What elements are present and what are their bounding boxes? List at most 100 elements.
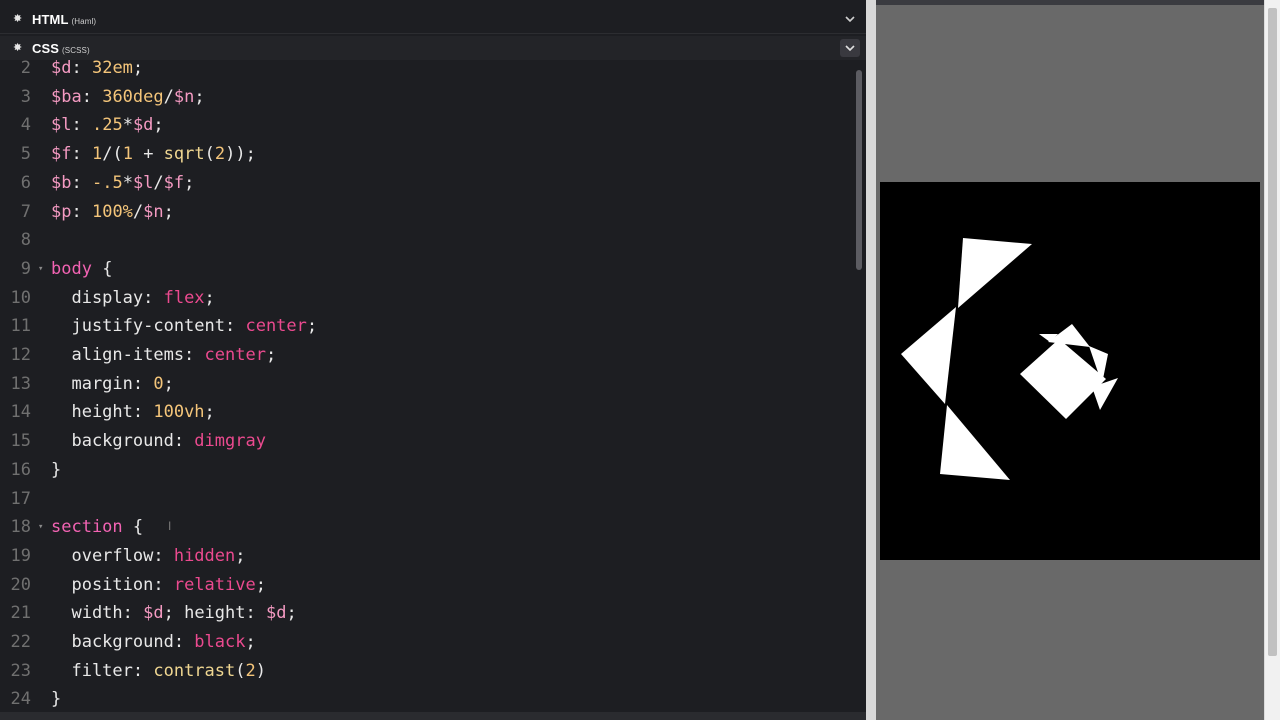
code-text: background: dimgray (51, 427, 265, 455)
fold-toggle-icon[interactable]: ▾ (38, 513, 43, 541)
code-token: + (132, 144, 164, 165)
code-token: body (51, 258, 92, 279)
css-code-area[interactable]: 2 $d: 32em; 3 $ba: 360deg/$n; 4 $l: .25*$d; 5 $… (0, 54, 856, 714)
code-line[interactable]: 2 $d: 32em; (0, 54, 856, 82)
line-number: 21 (10, 603, 31, 624)
code-line[interactable]: 10 display: flex; (0, 284, 856, 312)
code-line[interactable]: 23 filter: contrast(2) (0, 657, 856, 685)
code-token: } (51, 459, 62, 480)
line-number: 23 (10, 660, 31, 681)
code-token: center (245, 316, 307, 337)
line-number: 19 (10, 545, 31, 566)
code-line[interactable]: 12 align-items: center; (0, 341, 856, 369)
code-token: align-items: (51, 345, 205, 365)
code-token: 360deg (102, 86, 164, 107)
code-line[interactable]: 5 $f: 1/(1 + sqrt(2)); (0, 140, 856, 168)
code-token: justify-content: (51, 316, 246, 337)
line-number: 14 (10, 402, 31, 423)
code-text: align-items: center; (51, 341, 276, 369)
code-token: center (204, 345, 266, 365)
code-token: relative (173, 574, 256, 595)
code-token: ( (235, 660, 246, 681)
code-text: $l: .25*$d; (51, 111, 164, 139)
code-line[interactable]: 3 $ba: 360deg/$n; (0, 83, 856, 111)
code-token: } (51, 689, 62, 710)
code-text: margin: 0; (51, 370, 174, 398)
line-number: 4 (20, 115, 31, 136)
code-line[interactable]: 20 position: relative; (0, 571, 856, 599)
text-cursor: I (168, 519, 172, 533)
code-token: : (71, 58, 92, 78)
code-token: ; (163, 201, 174, 222)
line-number: 3 (20, 86, 31, 107)
line-number: 12 (10, 345, 31, 365)
fold-toggle-icon[interactable]: ▾ (38, 255, 43, 283)
code-line[interactable]: 16} (0, 456, 856, 484)
code-token: 2 (214, 144, 226, 165)
code-token: 32em (91, 58, 133, 78)
code-token: -.5 (91, 172, 123, 193)
gear-icon[interactable]: ✸ (13, 14, 22, 25)
page-scrollbar[interactable] (1264, 0, 1280, 720)
code-token: ; (245, 632, 256, 652)
code-line[interactable]: 17 (0, 485, 856, 513)
code-token: : (71, 172, 92, 193)
code-token: ; (235, 545, 246, 566)
code-line[interactable]: 4 $l: .25*$d; (0, 111, 856, 139)
code-line[interactable]: 15 background: dimgray (0, 427, 856, 455)
code-line[interactable]: 9 ▾ body { (0, 255, 856, 283)
line-number: 16 (10, 459, 31, 480)
code-token: overflow: (51, 545, 174, 566)
upper-triangle-shape (958, 238, 1032, 308)
code-token: $f (163, 172, 185, 193)
line-number: 22 (10, 632, 31, 652)
code-text: $ba: 360deg/$n; (51, 83, 205, 111)
line-number: 17 (10, 488, 31, 509)
code-line[interactable]: 19 overflow: hidden; (0, 542, 856, 570)
code-line[interactable]: 22 background: black; (0, 628, 856, 656)
line-number: 20 (10, 574, 31, 595)
code-token: width: (51, 603, 144, 624)
code-token: flex (163, 287, 205, 308)
code-token: ; (184, 172, 195, 193)
line-number: 7 (20, 201, 31, 222)
code-token: $l (132, 172, 154, 193)
code-token: $d (132, 115, 154, 136)
code-token: margin: (51, 373, 154, 394)
code-line[interactable]: 14 height: 100vh; (0, 398, 856, 426)
code-text: $f: 1/(1 + sqrt(2)); (51, 140, 256, 168)
code-line[interactable]: 11 justify-content: center; (0, 312, 856, 340)
code-token: ; (204, 287, 215, 308)
page-scrollbar-thumb[interactable] (1268, 8, 1277, 656)
code-token: section (51, 517, 123, 538)
code-line[interactable]: 6 $b: -.5*$l/$f; (0, 169, 856, 197)
code-line[interactable]: 7 $p: 100%/$n; (0, 198, 856, 226)
code-token: $ba (51, 86, 82, 107)
code-text: background: black; (51, 628, 256, 656)
code-token: $l (51, 115, 72, 136)
code-token: height: (51, 402, 154, 423)
code-token: $f (51, 144, 72, 165)
code-line[interactable]: 21 width: $d; height: $d; (0, 599, 856, 627)
code-token: ; (163, 373, 174, 394)
editor-scrollbar[interactable] (856, 70, 862, 270)
code-token: hidden (173, 545, 236, 566)
editor-bottom-bar (0, 712, 866, 720)
html-panel-header[interactable]: ✸ HTML (Haml) (0, 6, 866, 34)
html-panel-title: HTML (Haml) (32, 12, 97, 27)
gear-icon[interactable]: ✸ (13, 42, 22, 54)
code-token: $d (143, 603, 164, 624)
code-token: background: (51, 632, 195, 652)
code-text: } (51, 456, 61, 484)
line-number: 6 (20, 172, 31, 193)
panel-resizer[interactable] (866, 0, 876, 720)
code-token: ; height: (163, 603, 266, 624)
line-number: 10 (10, 287, 31, 308)
code-line[interactable]: 13 margin: 0; (0, 370, 856, 398)
code-token: : (71, 201, 92, 222)
chevron-down-icon[interactable] (840, 11, 860, 29)
code-line[interactable]: 24} (0, 685, 856, 713)
line-number: 2 (20, 58, 31, 78)
code-line[interactable]: 8 (0, 226, 856, 254)
code-line[interactable]: 18 ▾ section { (0, 513, 856, 541)
